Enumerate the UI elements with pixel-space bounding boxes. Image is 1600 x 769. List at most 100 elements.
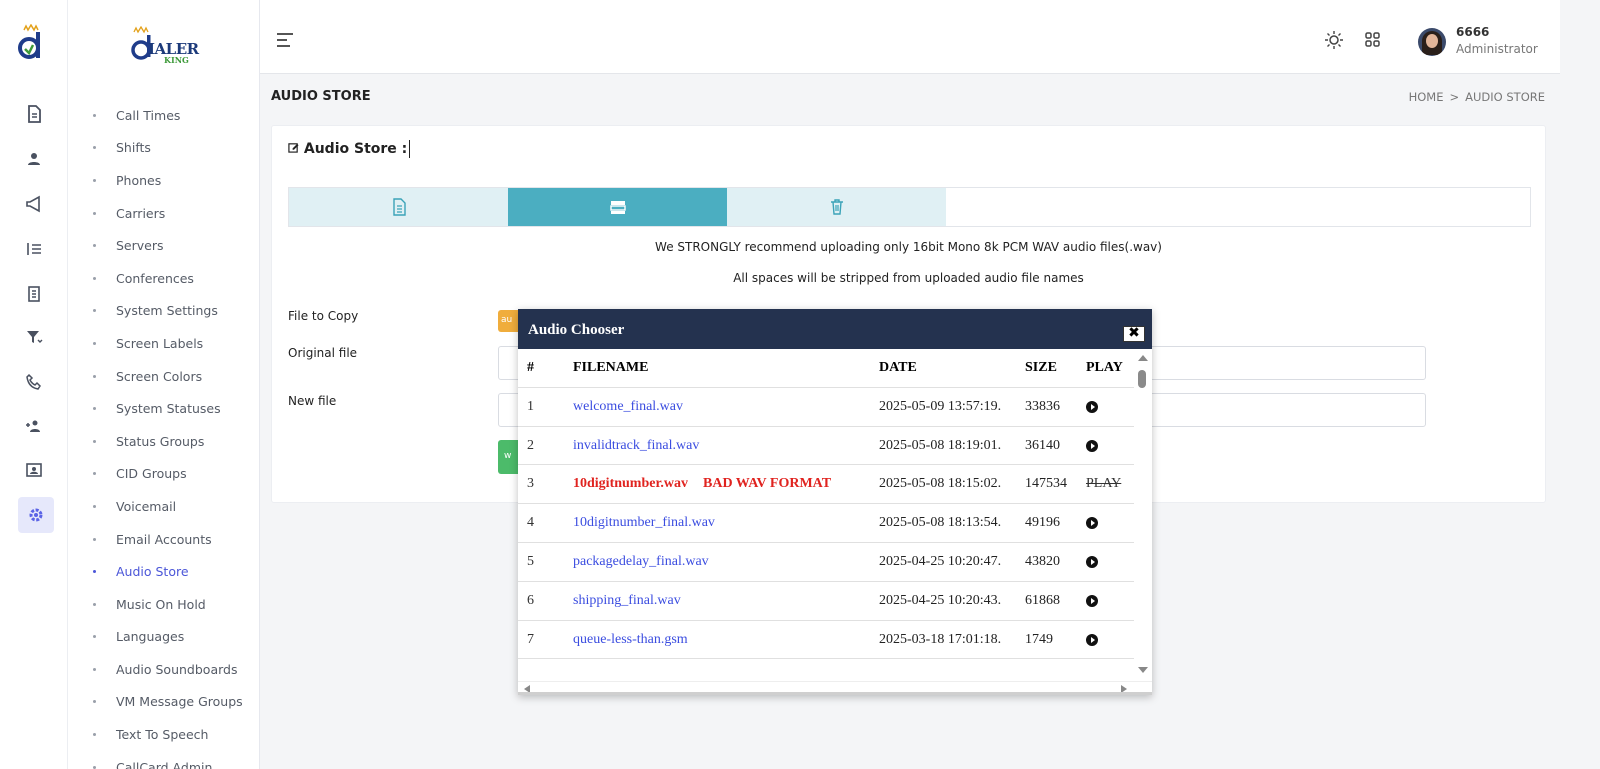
- row-size: 33836: [1025, 398, 1060, 414]
- vertical-scrollbar[interactable]: [1134, 349, 1152, 679]
- submenu-item[interactable]: VM Message Groups: [88, 686, 243, 719]
- brand-logo[interactable]: IALER KING: [126, 26, 206, 66]
- trash-icon: [830, 199, 843, 215]
- bullet-icon: [93, 602, 96, 606]
- submenu-item-label: Shifts: [116, 140, 151, 156]
- submenu-item-label: Conferences: [116, 270, 194, 286]
- play-icon[interactable]: [1086, 594, 1098, 607]
- submenu-item[interactable]: CID Groups: [88, 458, 243, 491]
- submenu-item[interactable]: Audio Store: [88, 555, 243, 588]
- table-row: 4 10digitnumber_final.wav 2025-05-08 18:13…: [518, 504, 1134, 543]
- scroll-track: [518, 692, 1152, 695]
- card-title: Audio Store :: [288, 140, 411, 158]
- breadcrumb-home[interactable]: HOME: [1409, 90, 1444, 104]
- submenu-item[interactable]: Phones: [88, 164, 243, 197]
- row-number: 7: [527, 631, 534, 647]
- table-row: 2 invalidtrack_final.wav 2025-05-08 18:19:…: [518, 427, 1134, 466]
- submenu-item[interactable]: Screen Labels: [88, 327, 243, 360]
- submenu-item[interactable]: Languages: [88, 621, 243, 654]
- submenu-item[interactable]: Audio Soundboards: [88, 653, 243, 686]
- submenu-item-label: Screen Colors: [116, 368, 203, 384]
- report-icon[interactable]: [20, 280, 48, 308]
- submenu-item[interactable]: Carriers: [88, 197, 243, 230]
- submenu-item[interactable]: Conferences: [88, 262, 243, 295]
- submenu-item-label: CallCard Admin: [116, 759, 213, 769]
- tab-copy[interactable]: [508, 188, 727, 226]
- phone-icon[interactable]: [20, 368, 48, 396]
- breadcrumb-separator: >: [1449, 90, 1460, 104]
- play-button[interactable]: [1086, 554, 1098, 571]
- audio-filename-link[interactable]: invalidtrack_final.wav: [573, 438, 699, 454]
- submenu-item[interactable]: Shifts: [88, 132, 243, 165]
- tab-upload[interactable]: [289, 188, 508, 226]
- list-icon[interactable]: [20, 235, 48, 263]
- file-to-copy-label: File to Copy: [288, 309, 359, 323]
- play-icon[interactable]: [1086, 555, 1098, 568]
- play-button[interactable]: [1086, 399, 1098, 416]
- submenu-item[interactable]: Screen Colors: [88, 360, 243, 393]
- app-logo-icon[interactable]: [14, 24, 48, 64]
- submenu-item-label: Call Times: [116, 107, 181, 123]
- play-button[interactable]: [1086, 438, 1098, 455]
- submenu-item[interactable]: Text To Speech: [88, 718, 243, 751]
- submenu-item[interactable]: System Statuses: [88, 392, 243, 425]
- play-button[interactable]: [1086, 515, 1098, 532]
- settings-gear-icon[interactable]: [18, 497, 54, 533]
- play-icon[interactable]: [1086, 439, 1098, 452]
- submenu-item-label: System Statuses: [116, 401, 221, 417]
- hamburger-menu-icon[interactable]: [277, 33, 293, 51]
- submenu-item[interactable]: System Settings: [88, 295, 243, 328]
- user-icon[interactable]: [20, 145, 48, 173]
- breadcrumb: HOME > AUDIO STORE: [1409, 90, 1545, 104]
- audio-filename-link[interactable]: queue-less-than.gsm: [573, 632, 688, 648]
- row-date: 2025-05-08 18:13:54.: [879, 515, 1002, 531]
- scroll-thumb[interactable]: [1138, 370, 1146, 388]
- table-header-row: # FILENAME DATE SIZE PLAY: [518, 349, 1134, 388]
- scroll-down-icon[interactable]: [1138, 667, 1148, 673]
- megaphone-icon[interactable]: [20, 190, 48, 218]
- close-icon[interactable]: ✖: [1123, 326, 1145, 342]
- audio-filename-link[interactable]: packagedelay_final.wav: [573, 554, 709, 570]
- submenu-item-label: Carriers: [116, 205, 166, 221]
- submenu-item[interactable]: Voicemail: [88, 490, 243, 523]
- scroll-up-icon[interactable]: [1138, 355, 1148, 361]
- submenu-item[interactable]: Music On Hold: [88, 588, 243, 621]
- submenu-item[interactable]: Email Accounts: [88, 523, 243, 556]
- play-icon[interactable]: [1086, 517, 1098, 530]
- document-icon[interactable]: [20, 100, 48, 128]
- table-row: 1 welcome_final.wav 2025-05-09 13:57:19. 33…: [518, 388, 1134, 427]
- play-button[interactable]: [1086, 593, 1098, 610]
- theme-sun-icon[interactable]: [1324, 30, 1344, 50]
- audio-filename-link[interactable]: shipping_final.wav: [573, 593, 681, 609]
- apps-grid-icon[interactable]: [1363, 30, 1383, 50]
- submenu-item[interactable]: CallCard Admin: [88, 751, 243, 769]
- submenu-item[interactable]: Servers: [88, 229, 243, 262]
- tab-delete[interactable]: [727, 188, 946, 226]
- horizontal-scrollbar[interactable]: [518, 681, 1152, 695]
- audio-filename-link[interactable]: welcome_final.wav: [573, 399, 683, 415]
- submenu-list: Call Times Shifts Phones Carriers Servers Con…: [88, 99, 243, 769]
- audio-chooser-dialog: Audio Chooser ✖ # FILENAME DATE SIZE PLA…: [518, 309, 1152, 695]
- file-icon: [392, 198, 406, 216]
- submenu-item-label: Status Groups: [116, 433, 205, 449]
- submenu-item-label: Email Accounts: [116, 531, 212, 547]
- audio-filename-link[interactable]: 10digitnumber.wav: [573, 476, 688, 492]
- bullet-icon: [93, 504, 96, 508]
- table-row: 7 queue-less-than.gsm 2025-03-18 17:01:18.…: [518, 621, 1134, 660]
- contact-card-icon[interactable]: [20, 456, 48, 484]
- row-date: 2025-05-09 13:57:19.: [879, 398, 1002, 414]
- play-icon[interactable]: [1086, 400, 1098, 413]
- new-file-label: New file: [288, 394, 337, 408]
- play-icon[interactable]: [1086, 633, 1098, 646]
- play-button[interactable]: [1086, 632, 1098, 649]
- filter-icon[interactable]: [20, 323, 48, 351]
- add-users-icon[interactable]: [20, 412, 48, 440]
- page-title: AUDIO STORE: [271, 89, 371, 104]
- submenu-item[interactable]: Call Times: [88, 99, 243, 132]
- audio-filename-link[interactable]: 10digitnumber_final.wav: [573, 515, 715, 531]
- row-number: 4: [527, 515, 534, 531]
- submenu-item-label: System Settings: [116, 303, 218, 319]
- header-play: PLAY: [1086, 360, 1123, 375]
- user-avatar[interactable]: [1418, 28, 1446, 56]
- submenu-item[interactable]: Status Groups: [88, 425, 243, 458]
